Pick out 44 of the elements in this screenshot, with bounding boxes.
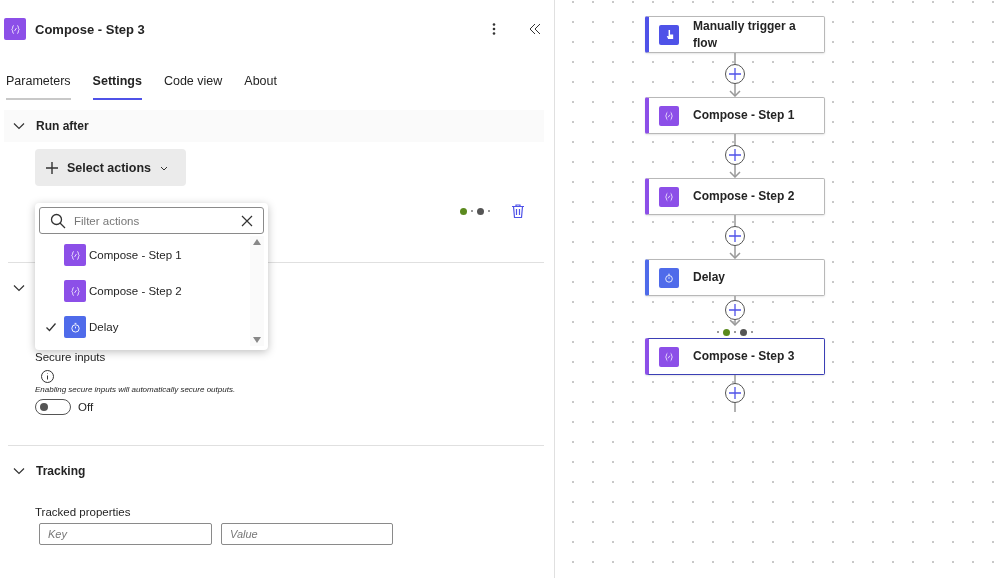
tab[interactable]: Settings xyxy=(92,74,142,100)
scrollbar[interactable] xyxy=(250,236,264,346)
field-label: Tracked properties xyxy=(35,506,132,518)
panel-title: Compose - Step 3 xyxy=(35,21,146,37)
connector-plus-icon[interactable] xyxy=(723,215,747,259)
checkmark-icon xyxy=(45,321,57,333)
braces-icon xyxy=(659,346,679,367)
filter-field[interactable]: Filter actions xyxy=(39,207,264,234)
section-title: Tracking xyxy=(36,464,86,478)
key-field[interactable]: Key xyxy=(39,523,212,545)
select-actions-button[interactable]: Select actions xyxy=(35,149,186,186)
section-title: Run after xyxy=(36,119,89,133)
stopwatch-icon xyxy=(64,316,86,338)
dropdown-item[interactable]: Compose - Step 2 xyxy=(39,273,250,309)
value-field[interactable]: Value xyxy=(221,523,393,545)
stopwatch-icon xyxy=(659,267,679,288)
braces-icon xyxy=(659,105,679,126)
tab[interactable]: Code view xyxy=(163,74,223,100)
braces-icon xyxy=(64,244,86,266)
hand-pointer-icon xyxy=(659,24,679,45)
info-icon xyxy=(41,370,54,383)
braces-icon xyxy=(4,18,26,40)
braces-icon xyxy=(64,280,86,302)
field-label: Secure inputs xyxy=(35,351,107,363)
toggle-label: Off xyxy=(78,401,94,413)
flow-action-card[interactable]: Manually trigger a flow xyxy=(645,16,825,53)
connector-plus-icon[interactable] xyxy=(723,134,747,178)
search-icon xyxy=(50,212,66,229)
toggle-switch[interactable] xyxy=(35,399,71,415)
connector-plus-icon[interactable] xyxy=(723,375,747,413)
flow-action-card[interactable]: Delay xyxy=(645,259,825,296)
plus-icon xyxy=(45,160,59,175)
flow-action-card[interactable]: Compose - Step 1 xyxy=(645,97,825,134)
dropdown-item[interactable]: Delay xyxy=(39,309,250,345)
braces-icon xyxy=(659,186,679,207)
close-icon[interactable] xyxy=(241,214,253,227)
helper-text: Enabling secure inputs will automatically secure outputs. xyxy=(35,385,237,394)
flow-action-card[interactable]: Compose - Step 2 xyxy=(645,178,825,215)
flow-action-card[interactable]: Compose - Step 3 xyxy=(645,338,825,375)
tab[interactable]: About xyxy=(244,74,277,100)
connector-plus-icon[interactable] xyxy=(723,53,747,97)
connector-plus-icon[interactable] xyxy=(723,296,747,326)
dropdown-item[interactable]: Compose - Step 1 xyxy=(39,237,250,273)
tab[interactable]: Parameters xyxy=(6,74,71,100)
